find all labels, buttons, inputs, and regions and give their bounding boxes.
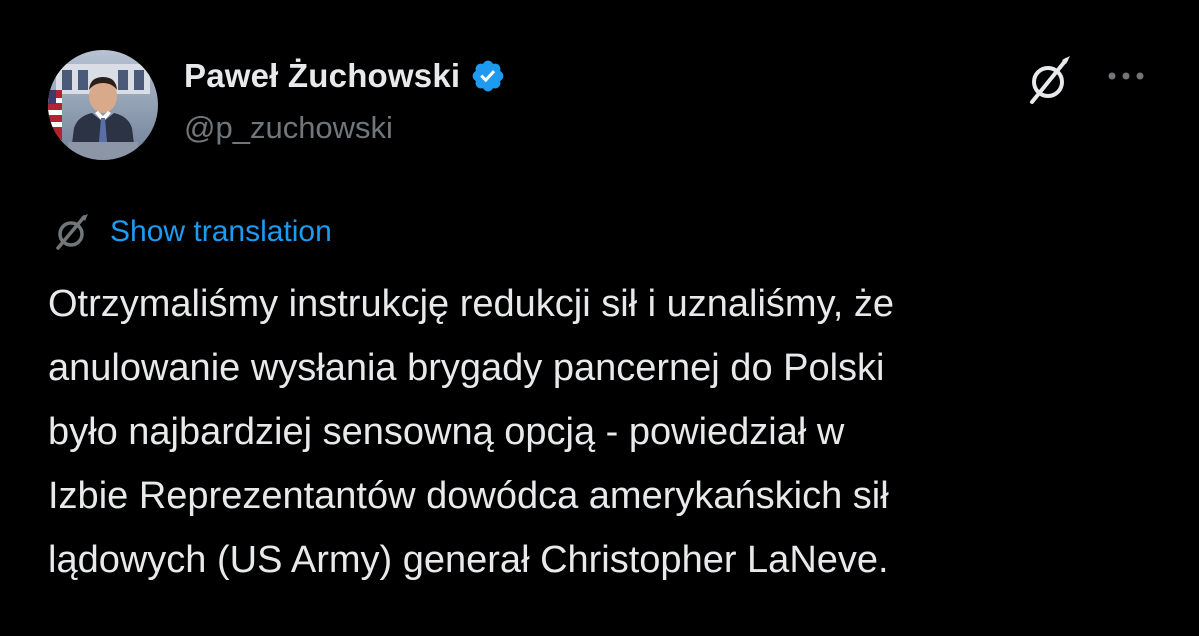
tweet: Paweł Żuchowski @p_zuchowski Show transl… — [0, 0, 1199, 636]
author-name-row: Paweł Żuchowski — [184, 56, 506, 96]
avatar-image — [48, 50, 158, 160]
tweet-text-line: było najbardziej sensowną opcją - powied… — [48, 411, 845, 453]
tweet-text-line: lądowych (US Army) generał Christopher L… — [48, 539, 889, 581]
show-translation-label: Show translation — [110, 215, 332, 248]
tweet-text-line: anulowanie wysłania brygady pancernej do… — [48, 347, 885, 389]
avatar[interactable] — [48, 50, 158, 160]
verified-badge-icon[interactable] — [470, 58, 506, 94]
author-display-name[interactable]: Paweł Żuchowski — [184, 57, 460, 95]
translate-icon — [52, 212, 92, 252]
show-translation-link[interactable]: Show translation — [52, 212, 332, 252]
author-handle[interactable]: @p_zuchowski — [184, 110, 393, 146]
more-options-icon[interactable] — [1102, 62, 1150, 90]
tweet-text-line: Otrzymaliśmy instrukcję redukcji sił i u… — [48, 283, 895, 325]
grok-icon[interactable] — [1022, 52, 1078, 108]
tweet-text: Otrzymaliśmy instrukcję redukcji sił i u… — [48, 272, 1158, 592]
tweet-text-line: Izbie Reprezentantów dowódca amerykański… — [48, 475, 889, 517]
